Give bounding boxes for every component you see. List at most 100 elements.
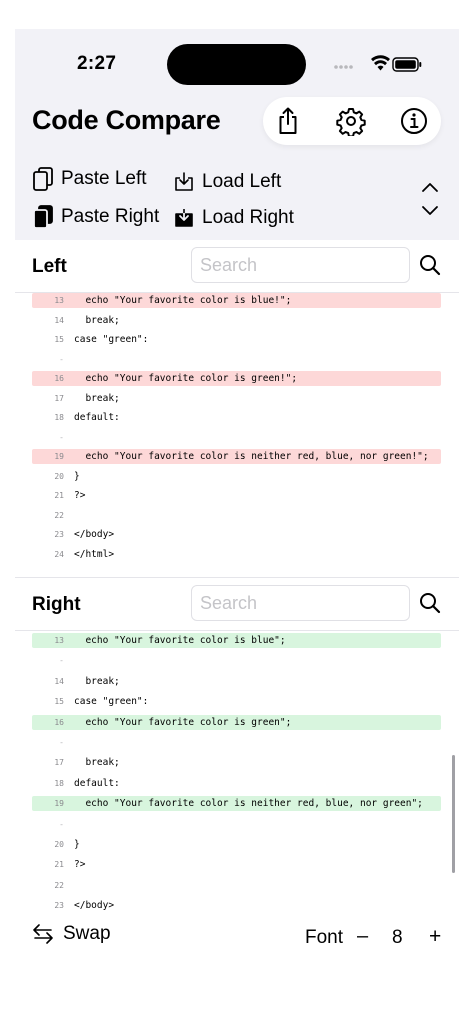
diff-gap-row: - [32,653,441,668]
dynamic-island [167,44,306,85]
line-number: - [59,432,64,442]
line-number: 18 [54,778,64,788]
wifi-icon [371,55,390,71]
diff-gap-row: - [32,735,441,750]
line-number: 17 [54,393,64,403]
line-number: 19 [54,799,64,809]
code-text: echo "Your favorite color is green!"; [74,373,298,384]
scrollbar[interactable] [452,755,455,873]
line-number: 13 [54,296,64,305]
code-text: } [74,839,80,850]
code-line: 16 echo "Your favorite color is green"; [32,714,441,730]
code-text: echo "Your favorite color is neither red… [74,798,423,810]
code-line: 20} [32,837,441,852]
signal-icon [334,65,353,69]
diff-gap-row: - [32,352,441,367]
code-line: 18 default: [32,410,441,425]
diff-gap-row: - [32,817,441,832]
right-pane-title: Right [32,594,81,615]
font-label: Font [305,927,344,948]
load-right-button[interactable]: Load Right [174,207,294,229]
line-number: 16 [54,717,64,727]
right-code-view[interactable]: 13 echo "Your favorite color is blue"; - 1… [15,631,459,916]
code-text: break; [74,757,120,769]
line-number: 14 [54,676,64,686]
page-title: Code Compare [32,105,221,135]
code-line: 23 </body> [32,898,441,913]
chevron-up-icon[interactable] [421,181,439,193]
code-line: 14 break; [32,313,441,328]
line-number: 15 [54,697,64,707]
search-icon[interactable] [419,592,441,614]
code-text: } [74,470,80,482]
code-text: echo "Your favorite color is blue!"; [74,295,292,306]
font-size-value: 8 [392,927,403,948]
code-line: 23 </body> [32,527,441,542]
status-icons [334,55,422,72]
line-number: 15 [54,335,64,344]
code-text: echo "Your favorite color is neither red… [74,451,429,462]
line-number: - [59,819,64,829]
paste-right-button[interactable]: Paste Right [33,205,159,229]
code-text: break; [74,314,120,326]
load-right-label: Load Right [202,207,294,228]
code-text: echo "Your favorite color is green"; [74,716,292,728]
code-text: case "green": [74,334,149,345]
line-number: - [59,738,64,747]
line-number: 13 [54,636,64,645]
swap-button[interactable]: Swap [33,923,111,945]
left-code-view[interactable]: 13 echo "Your favorite color is blue!"; 1… [15,293,459,576]
font-increase-button[interactable]: + [429,925,441,949]
code-line: 24 </html> [32,547,441,562]
code-text: break; [74,392,120,404]
line-number: 18 [54,413,64,422]
code-text: default: [74,777,120,789]
line-number: 22 [54,510,64,520]
search-icon[interactable] [419,254,441,276]
font-decrease-button[interactable]: – [357,925,368,948]
left-pane-header: Left [15,240,459,293]
diff-gap-row: - [32,430,441,445]
header-area: 2:27 Code Compare Paste Left Load Left P… [15,29,459,240]
code-line: 16 echo "Your favorite color is green!"; [32,371,441,386]
paste-right-label: Paste Right [61,206,160,227]
load-left-button[interactable]: Load Left [174,171,281,193]
status-time: 2:27 [77,53,117,74]
bottom-bar: Swap Font – 8 + [15,917,459,957]
info-button[interactable] [399,106,429,136]
line-number: 16 [54,374,64,383]
top-toolbar [263,97,441,145]
chevron-down-icon[interactable] [421,205,439,217]
paste-left-button[interactable]: Paste Left [33,167,147,191]
left-search-input[interactable] [191,247,410,283]
line-number: 22 [54,880,64,890]
share-icon [279,107,297,134]
code-text: break; [74,675,120,687]
code-line: 15 case "green": [32,332,441,347]
line-number: 21 [54,491,64,500]
swap-arrows-icon [33,924,53,944]
app-screen: 2:27 Code Compare Paste Left Load Left P… [15,29,459,1024]
download-icon [175,172,193,191]
left-pane-title: Left [32,256,67,277]
line-number: 23 [54,530,64,539]
code-line: 13 echo "Your favorite color is blue"; [32,633,441,648]
code-text: </html> [74,548,115,560]
code-text: </body> [74,529,115,540]
line-number: - [59,656,64,666]
code-line: 15 case "green": [32,694,441,709]
code-line: 22 [32,508,441,523]
settings-button[interactable] [336,106,366,136]
right-search-input[interactable] [191,585,410,621]
code-text: ?> [74,490,86,501]
gear-icon [336,108,366,136]
line-number: 20 [54,840,64,849]
line-number: 24 [54,549,64,559]
share-button[interactable] [273,106,303,136]
code-line: 19 echo "Your favorite color is neither … [32,796,441,812]
line-number: 20 [54,471,64,481]
battery-icon [392,57,422,72]
code-line: 20} [32,469,441,484]
code-line: 21 ?> [32,488,441,503]
swap-label: Swap [63,923,111,944]
